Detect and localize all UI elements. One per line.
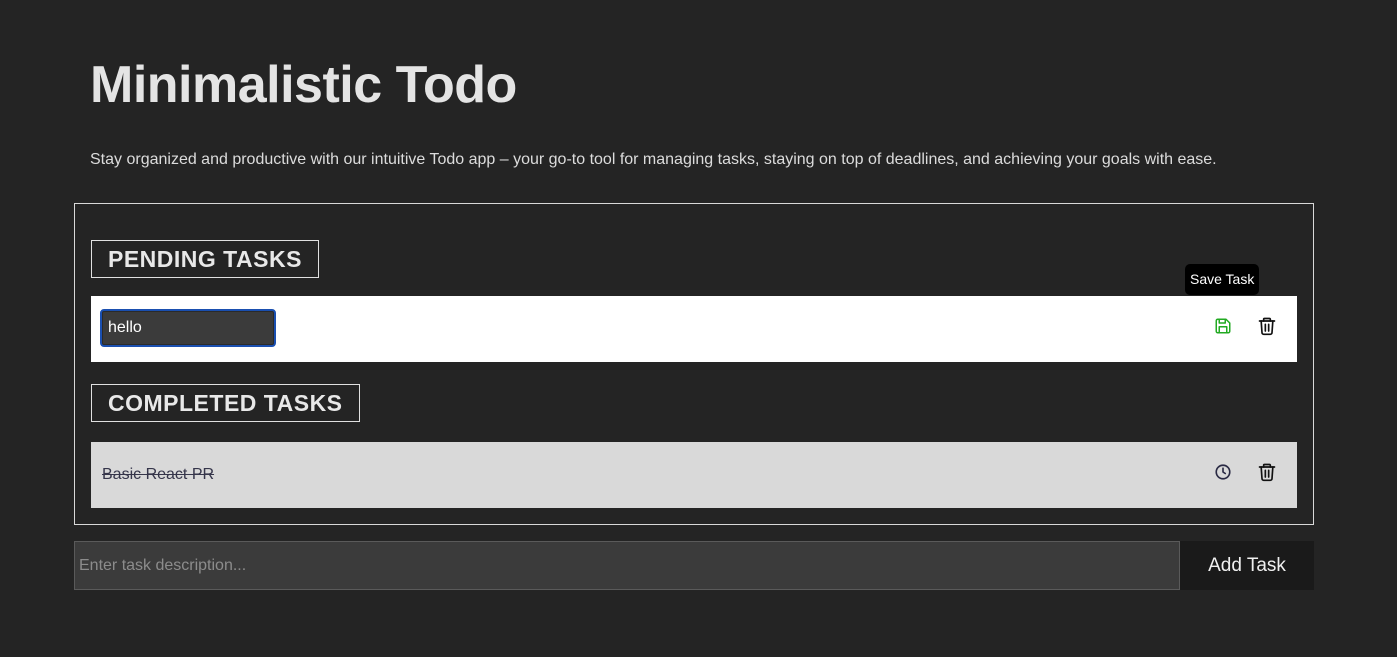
page-subtitle: Stay organized and productive with our i… (90, 151, 1217, 168)
pending-tasks-heading: PENDING TASKS (91, 240, 319, 278)
trash-icon (1258, 463, 1276, 482)
save-task-tooltip: Save Task (1185, 264, 1260, 295)
task-edit-input[interactable] (100, 309, 276, 347)
add-task-button[interactable]: Add Task (1180, 541, 1314, 590)
add-task-bar: Add Task (74, 541, 1314, 590)
pending-task-row (91, 296, 1297, 362)
delete-task-button[interactable] (1255, 314, 1279, 338)
completed-task-text: Basic React PR (102, 466, 215, 483)
restore-task-button[interactable] (1211, 460, 1235, 484)
completed-task-row: Basic React PR (91, 442, 1297, 508)
delete-completed-task-button[interactable] (1255, 460, 1279, 484)
trash-icon (1258, 317, 1276, 336)
tasks-panel: PENDING TASKS COMPLETED TASKS (74, 203, 1314, 525)
completed-tasks-heading: COMPLETED TASKS (91, 384, 360, 422)
save-task-button[interactable] (1211, 314, 1235, 338)
save-icon (1215, 318, 1231, 334)
clock-icon (1215, 464, 1231, 480)
task-description-input[interactable] (74, 541, 1180, 590)
todo-app: Minimalistic Todo Stay organized and pro… (0, 0, 1397, 657)
page-title: Minimalistic Todo (90, 56, 517, 114)
